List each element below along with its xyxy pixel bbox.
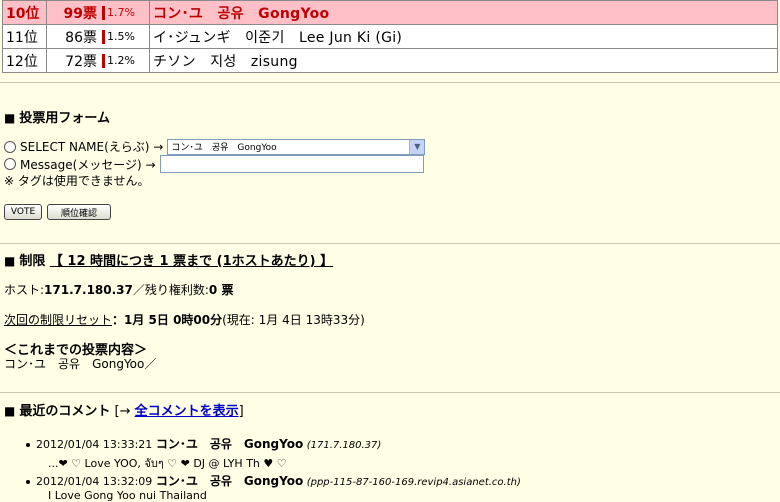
show-all-comments-link[interactable]: 全コメントを表示 (135, 404, 239, 419)
section-divider (0, 82, 780, 83)
rank-votes: 99票 (63, 5, 97, 22)
rank-check-button[interactable]: 順位確認 (47, 204, 111, 220)
message-row: Message(メッセージ) → (4, 155, 424, 173)
rank-votes: 72票 (65, 53, 97, 70)
comments-label: 最近のコメント (19, 404, 111, 419)
vote-button[interactable]: VOTE (4, 204, 42, 220)
remaining-label: ／残り権利数: (132, 283, 209, 297)
host-value: 171.7.180.37 (44, 283, 133, 297)
reset-info: 次回の制限リセット：1月 5日 0時00分(現在: 1月 4日 13時33分) (4, 311, 365, 328)
comment-body: ...❤ ♡ Love YOO, จับๆ ♡ ❤ DJ @ LYH Th ♥ … (48, 457, 287, 470)
name-select-value: コン･ユ 공유 GongYoo (171, 143, 277, 153)
comment-body: I Love Gong Yoo nui Thailand (48, 489, 207, 502)
tag-note: ※ タグは使用できません。 (4, 174, 150, 188)
rank-name: イ･ジュンギ 이준기 Lee Jun Ki (Gi) (153, 29, 403, 46)
comments-heading: ■ 最近のコメント [→ 全コメントを表示] (4, 400, 244, 419)
limit-heading: ■ 制限 【 12 時間につき 1 票まで (1ホストあたり) 】 (4, 250, 333, 269)
square-bullet-icon: ■ (4, 254, 16, 268)
history-value: コン･ユ 공유 GongYoo／ (4, 357, 157, 371)
name-select[interactable]: コン･ユ 공유 GongYoo ▼ (167, 138, 426, 155)
rank-position: 11位 (3, 25, 47, 48)
comment-time: 2012/01/04 13:33:21 (36, 438, 153, 451)
current-time: (現在: 1月 4日 13時33分) (222, 313, 365, 327)
comment-item: 2012/01/04 13:33:21 コン･ユ 공유 GongYoo (171… (26, 435, 381, 452)
reset-label: 次回の制限リセット (4, 313, 113, 327)
message-label: Message(メッセージ) → (20, 157, 156, 172)
vote-form-heading: ■ 投票用フォーム (4, 107, 110, 126)
rank-name: チソン 지성 zisung (153, 53, 298, 70)
rank-row: 11位 86票 1.5% イ･ジュンギ 이준기 Lee Jun Ki (Gi) (2, 24, 778, 49)
bullet-icon (26, 480, 30, 484)
vote-form-title: 投票用フォーム (19, 111, 110, 126)
square-bullet-icon: ■ (4, 111, 16, 125)
rank-votes: 86票 (65, 29, 97, 46)
link-prefix: [→ (114, 404, 135, 419)
chevron-down-icon[interactable]: ▼ (409, 139, 425, 154)
rank-percent: 1.2% (100, 49, 150, 72)
rank-percent-value: 1.5% (107, 30, 135, 43)
remaining-value: 0 票 (208, 283, 234, 297)
rank-row: 10位 99票 1.7% コン･ユ 공유 GongYoo (2, 0, 778, 25)
radio-select-name[interactable] (4, 140, 16, 153)
reset-value: ：1月 5日 0時00分 (112, 313, 223, 327)
comment-name: コン･ユ 공유 GongYoo (155, 474, 304, 488)
limit-label: 制限 (19, 254, 46, 269)
ranking-table: 10位 99票 1.7% コン･ユ 공유 GongYoo 11位 86票 1.5… (2, 0, 778, 73)
link-suffix: ] (238, 404, 244, 419)
rank-row: 12位 72票 1.2% チソン 지성 zisung (2, 48, 778, 73)
vote-bar (102, 5, 105, 20)
host-info: ホスト:171.7.180.37／残り権利数:0 票 (4, 281, 233, 298)
rank-position: 10位 (3, 1, 47, 24)
comment-name: コン･ユ 공유 GongYoo (155, 437, 304, 451)
rank-name: コン･ユ 공유 GongYoo (153, 5, 330, 22)
section-divider (0, 243, 780, 244)
host-label: ホスト: (4, 283, 45, 297)
rank-percent: 1.7% (100, 1, 150, 24)
rank-percent: 1.5% (100, 25, 150, 48)
comment-host: (ppp-115-87-160-169.revip4.asianet.co.th… (306, 477, 521, 488)
limit-rule: 【 12 時間につき 1 票まで (1ホストあたり) 】 (49, 254, 334, 269)
select-name-row: SELECT NAME(えらぶ) → コン･ユ 공유 GongYoo ▼ (4, 138, 426, 155)
comment-host: (171.7.180.37) (306, 440, 382, 451)
message-input[interactable] (159, 155, 424, 173)
rank-percent-value: 1.2% (107, 54, 135, 67)
bullet-icon (26, 443, 30, 447)
comment-time: 2012/01/04 13:32:09 (36, 475, 153, 488)
vote-bar (102, 53, 105, 68)
rank-position: 12位 (3, 49, 47, 72)
vote-bar (102, 29, 105, 44)
section-divider (0, 392, 780, 393)
comment-item: 2012/01/04 13:32:09 コン･ユ 공유 GongYoo (ppp… (26, 472, 521, 489)
square-bullet-icon: ■ (4, 404, 16, 418)
radio-message[interactable] (4, 158, 16, 170)
select-name-label: SELECT NAME(えらぶ) → (20, 140, 164, 154)
rank-percent-value: 1.7% (107, 6, 135, 19)
